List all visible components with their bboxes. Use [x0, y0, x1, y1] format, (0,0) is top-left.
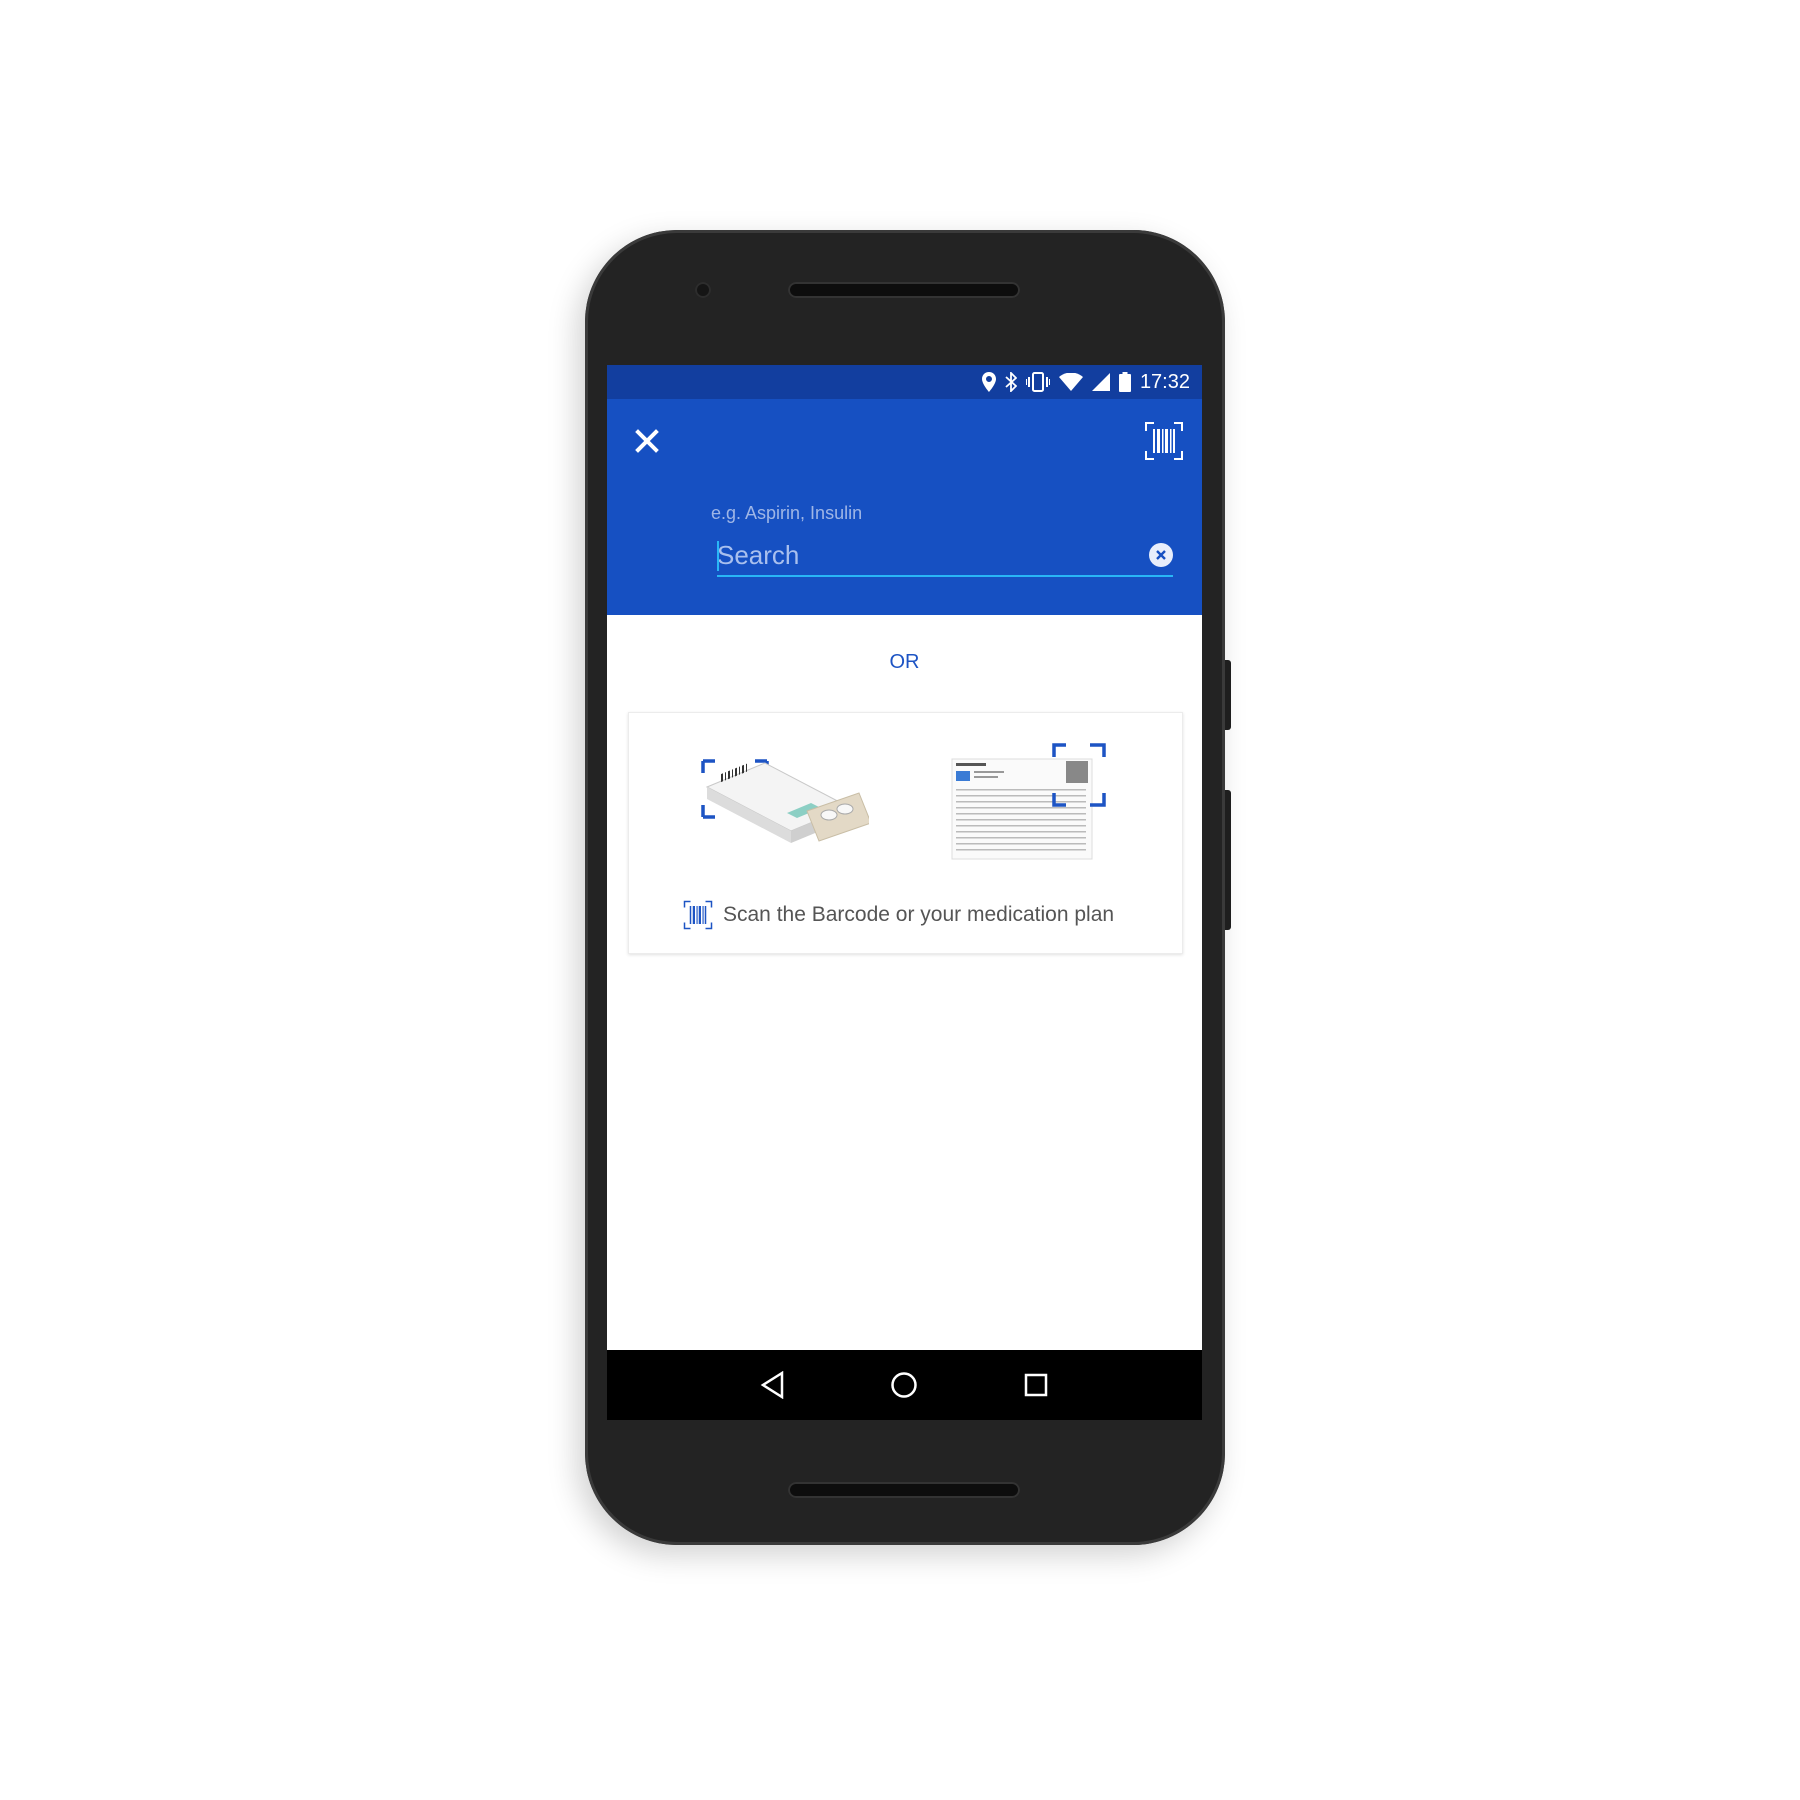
- recents-icon: [1024, 1373, 1048, 1397]
- top-speaker: [788, 282, 1020, 298]
- vibrate-icon: [1025, 372, 1050, 392]
- bottom-speaker: [788, 1482, 1020, 1498]
- close-button[interactable]: [629, 423, 665, 459]
- scan-card[interactable]: Scan the Barcode or your medication plan: [628, 712, 1183, 954]
- recents-button[interactable]: [1016, 1365, 1056, 1405]
- medication-box-illustration: [699, 753, 872, 853]
- barcode-icon: [683, 900, 713, 930]
- app-bar: e.g. Aspirin, Insulin: [607, 399, 1202, 615]
- search-hint: e.g. Aspirin, Insulin: [711, 503, 863, 523]
- wifi-icon: [1058, 373, 1083, 391]
- or-divider: OR: [889, 651, 920, 673]
- status-bar: 17:32: [607, 365, 1202, 399]
- scan-card-label: Scan the Barcode or your medication plan: [723, 903, 1115, 926]
- location-icon: [981, 372, 996, 392]
- home-button[interactable]: [884, 1365, 924, 1405]
- clear-circle-icon: [1156, 550, 1166, 560]
- scan-barcode-button[interactable]: [1144, 421, 1184, 461]
- text-cursor: [717, 541, 719, 571]
- signal-icon: [1091, 373, 1110, 391]
- scan-card-label-row: Scan the Barcode or your medication plan: [683, 900, 1114, 930]
- status-time: 17:32: [1139, 370, 1190, 393]
- medication-plan-illustration: [944, 743, 1114, 863]
- battery-icon: [1118, 372, 1131, 392]
- screen: 17:32 e.g. Aspirin, Insulin OR: [607, 365, 1202, 1420]
- home-icon: [891, 1372, 918, 1398]
- volume-button: [1225, 660, 1231, 730]
- back-button[interactable]: [753, 1365, 793, 1405]
- barcode-scan-icon: [1145, 422, 1183, 460]
- close-icon: [635, 429, 659, 453]
- navigation-bar: [607, 1350, 1202, 1420]
- search-field: [717, 537, 1173, 577]
- back-icon: [760, 1371, 784, 1399]
- search-input[interactable]: [717, 537, 1117, 573]
- clear-search-button[interactable]: [1149, 543, 1173, 567]
- front-camera: [695, 282, 711, 298]
- power-button: [1225, 790, 1231, 930]
- bluetooth-icon: [1005, 372, 1017, 392]
